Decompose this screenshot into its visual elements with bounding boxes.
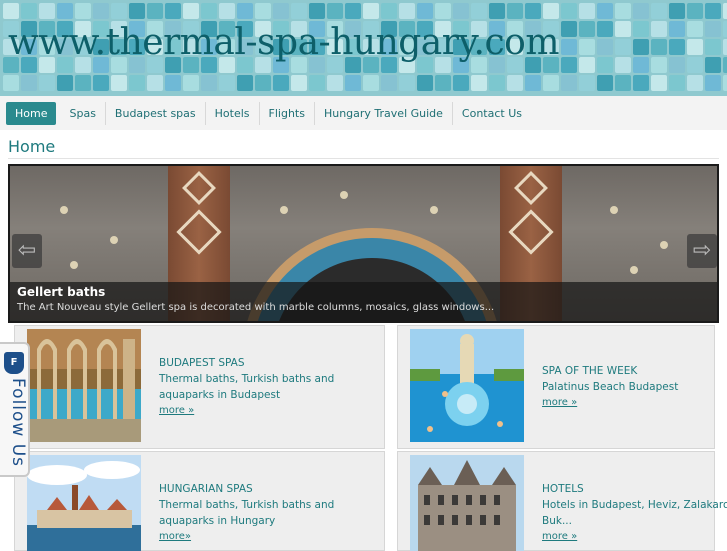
site-header: www.thermal-spa-hungary.com — [0, 0, 727, 96]
box-content: HUNGARIAN SPAS Thermal baths, Turkish ba… — [159, 481, 381, 545]
budapest-spa-image[interactable] — [27, 329, 141, 442]
box-content: SPA OF THE WEEK Palatinus Beach Budapest… — [542, 363, 712, 411]
feature-box-hotels: HOTELS Hotels in Budapest, Heviz, Zalaka… — [397, 451, 727, 551]
nav-item-hotels[interactable]: Hotels — [206, 101, 260, 125]
nav-item-flights[interactable]: Flights — [260, 101, 315, 125]
slide-description: The Art Nouveau style Gellert spa is dec… — [17, 302, 495, 313]
nav-item-contact[interactable]: Contact Us — [453, 102, 531, 125]
box-title[interactable]: SPA OF THE WEEK — [542, 363, 712, 379]
slider-prev-arrow-icon[interactable]: ⇦ — [12, 234, 42, 268]
more-link[interactable]: more » — [542, 529, 727, 545]
box-title[interactable]: HUNGARIAN SPAS — [159, 481, 381, 497]
divider — [8, 158, 719, 159]
slider-caption: Gellert baths The Art Nouveau style Gell… — [10, 282, 717, 321]
shield-f-icon: F — [4, 352, 24, 374]
box-content: HOTELS Hotels in Budapest, Heviz, Zalaka… — [542, 481, 727, 545]
palatinus-beach-image[interactable] — [410, 329, 524, 442]
box-description: Thermal baths, Turkish baths and aquapar… — [159, 373, 335, 401]
box-description: Palatinus Beach Budapest — [542, 381, 679, 393]
nav-item-spas[interactable]: Spas — [60, 101, 106, 125]
nav-item-home[interactable]: Home — [6, 101, 57, 125]
follow-us-label: Follow Us — [8, 378, 28, 468]
more-link[interactable]: more » — [542, 395, 712, 411]
page-title: Home — [8, 137, 56, 156]
image-slider[interactable]: ⇦ ⇨ Gellert baths The Art Nouveau style … — [8, 164, 719, 323]
more-link[interactable]: more» — [159, 529, 381, 545]
feature-box-budapest-spas: BUDAPEST SPAS Thermal baths, Turkish bat… — [14, 325, 385, 449]
nav-item-travel-guide[interactable]: Hungary Travel Guide — [315, 101, 453, 125]
hotel-image[interactable] — [410, 455, 524, 551]
box-content: BUDAPEST SPAS Thermal baths, Turkish bat… — [159, 355, 381, 419]
box-description: Thermal baths, Turkish baths and aquapar… — [159, 499, 335, 527]
feature-box-hungarian-spas: HUNGARIAN SPAS Thermal baths, Turkish ba… — [14, 451, 385, 551]
feature-box-spa-of-week: SPA OF THE WEEK Palatinus Beach Budapest… — [397, 325, 715, 449]
box-title[interactable]: HOTELS — [542, 481, 727, 497]
site-title[interactable]: www.thermal-spa-hungary.com — [8, 22, 559, 63]
more-link[interactable]: more » — [159, 403, 381, 419]
follow-us-tab[interactable]: F Follow Us — [0, 342, 30, 477]
nav-item-budapest-spas[interactable]: Budapest spas — [106, 101, 206, 125]
hungarian-spa-image[interactable] — [27, 455, 141, 551]
main-nav: Home Spas Budapest spas Hotels Flights H… — [0, 96, 727, 130]
slide-title: Gellert baths — [17, 285, 106, 299]
slider-next-arrow-icon[interactable]: ⇨ — [687, 234, 717, 268]
box-title[interactable]: BUDAPEST SPAS — [159, 355, 381, 371]
box-description: Hotels in Budapest, Heviz, Zalakaros, Bu… — [542, 499, 727, 527]
